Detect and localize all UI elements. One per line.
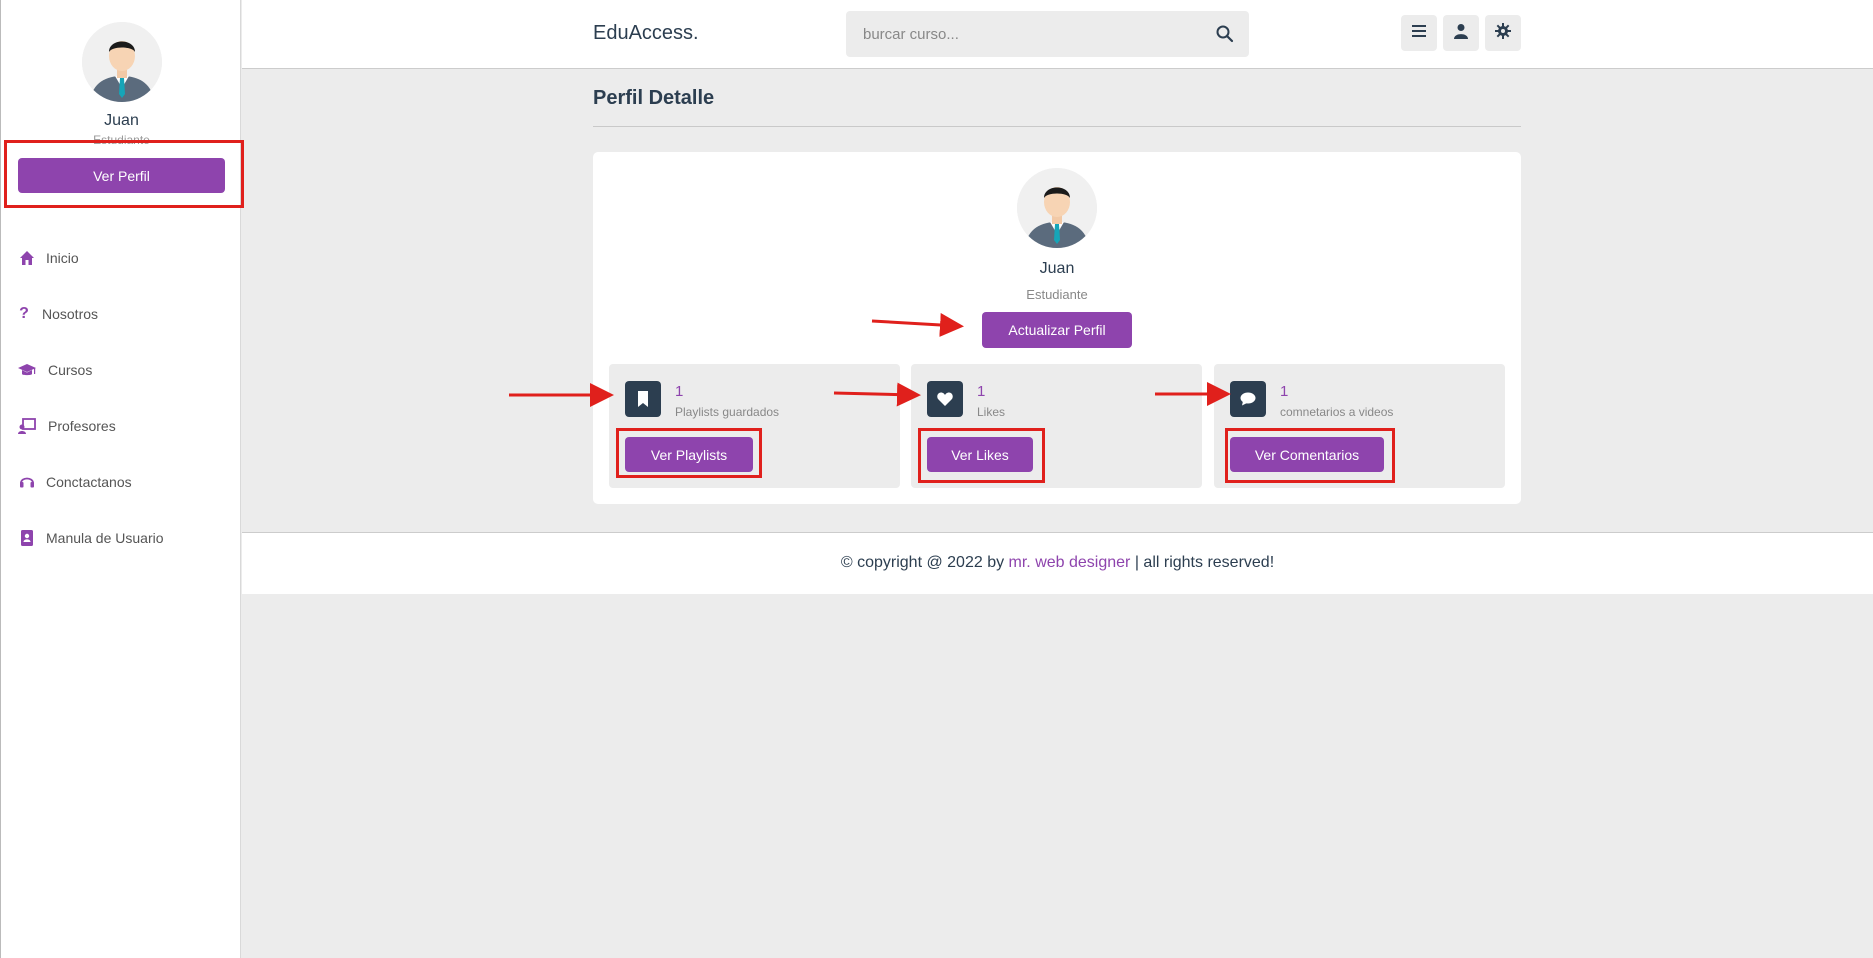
annotation-arrows — [509, 312, 1231, 407]
arrow-update-profile — [871, 312, 964, 337]
arrow-likes — [833, 382, 921, 407]
